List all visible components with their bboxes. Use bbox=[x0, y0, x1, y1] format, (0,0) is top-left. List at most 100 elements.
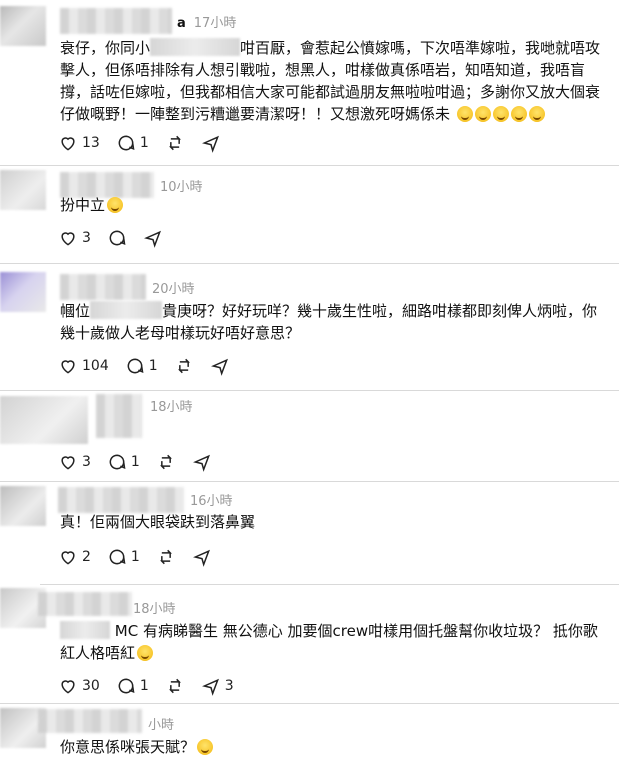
comment-icon bbox=[118, 678, 135, 694]
divider bbox=[0, 263, 619, 264]
comment-count: 1 bbox=[130, 454, 140, 470]
username-redacted[interactable] bbox=[58, 487, 184, 513]
comment-button[interactable] bbox=[107, 228, 127, 248]
timestamp: 18小時 bbox=[150, 400, 193, 415]
heart-icon bbox=[61, 551, 75, 565]
comment-button[interactable]: 1 bbox=[107, 452, 140, 472]
like-count: 13 bbox=[82, 135, 100, 151]
share-button[interactable] bbox=[192, 452, 212, 472]
like-count: 3 bbox=[82, 230, 91, 246]
like-button[interactable]: 13 bbox=[58, 133, 100, 153]
post-body: 真！佢兩個大眼袋趺到落鼻翼 bbox=[60, 511, 608, 533]
like-count: 104 bbox=[82, 358, 109, 374]
timestamp: 20小時 bbox=[152, 282, 195, 297]
like-button[interactable]: 3 bbox=[58, 452, 91, 472]
comment-count: 1 bbox=[148, 358, 158, 374]
comment-icon bbox=[109, 549, 126, 565]
reply-feed: a 17小時 衰仔，你同小 咁百厭，會惹起公憤嫁嗎，下次唔準嫁啦，我哋就唔攻擊人，但… bbox=[0, 0, 619, 767]
post-actions: 13 1 bbox=[58, 132, 237, 154]
grinning-emoji-icon bbox=[528, 106, 545, 122]
post-header: 小時 bbox=[148, 714, 174, 733]
repost-icon bbox=[168, 135, 181, 151]
post-body: 扮中立 bbox=[60, 194, 608, 216]
repost-button[interactable] bbox=[174, 356, 194, 376]
avatar[interactable] bbox=[0, 6, 46, 46]
comment-button[interactable]: 1 bbox=[116, 133, 149, 153]
repost-icon bbox=[177, 358, 190, 374]
comment-button[interactable]: 1 bbox=[116, 676, 149, 696]
post-actions: 30 1 3 bbox=[58, 675, 250, 697]
grinning-emoji-icon bbox=[107, 197, 124, 213]
avatar[interactable] bbox=[0, 170, 46, 210]
divider bbox=[0, 481, 619, 482]
timestamp: 18小時 bbox=[133, 602, 176, 617]
divider bbox=[0, 390, 619, 391]
redacted-name bbox=[150, 38, 241, 56]
heart-icon bbox=[61, 360, 75, 374]
grinning-emoji-icon bbox=[510, 106, 527, 122]
timestamp: 16小時 bbox=[190, 494, 233, 509]
like-count: 30 bbox=[82, 678, 100, 694]
timestamp: 小時 bbox=[148, 718, 175, 733]
comment-icon bbox=[109, 230, 126, 246]
post-text: 幗位 bbox=[60, 302, 91, 320]
heart-icon bbox=[61, 680, 75, 694]
post-header: 10小時 bbox=[160, 176, 203, 195]
grinning-emoji-icon bbox=[474, 106, 491, 122]
post-actions: 104 1 bbox=[58, 355, 246, 377]
repost-button[interactable] bbox=[156, 452, 176, 472]
username-redacted[interactable] bbox=[96, 394, 142, 438]
share-icon bbox=[192, 549, 210, 567]
share-button[interactable] bbox=[210, 356, 230, 376]
username-redacted[interactable] bbox=[60, 274, 146, 300]
post-header: a 17小時 bbox=[177, 12, 236, 31]
post-body: MC 有病睇醫生 無公德心 加要個crew咁樣用個托盤幫你收垃圾？ 抵你歌紅人格… bbox=[60, 620, 608, 664]
timestamp: 17小時 bbox=[193, 16, 237, 31]
share-button[interactable]: 3 bbox=[201, 676, 234, 696]
username-redacted[interactable] bbox=[38, 709, 142, 733]
like-button[interactable]: 3 bbox=[58, 228, 91, 248]
username-fragment: a bbox=[177, 16, 186, 31]
like-button[interactable]: 104 bbox=[58, 356, 109, 376]
share-button[interactable] bbox=[201, 133, 221, 153]
post-actions: 3 1 bbox=[58, 451, 228, 473]
comment-button[interactable]: 1 bbox=[107, 547, 140, 567]
avatar[interactable] bbox=[0, 396, 88, 444]
divider bbox=[0, 165, 619, 166]
comment-icon bbox=[127, 358, 144, 374]
divider bbox=[40, 584, 619, 585]
comment-icon bbox=[118, 135, 135, 151]
post-actions: 2 1 bbox=[58, 546, 228, 568]
grinning-emoji-icon bbox=[197, 739, 214, 755]
username-redacted[interactable] bbox=[38, 592, 132, 616]
grinning-emoji-icon bbox=[492, 106, 509, 122]
repost-icon bbox=[168, 678, 181, 694]
repost-button[interactable] bbox=[165, 133, 185, 153]
post-body: 幗位 貴庚呀？好好玩咩？幾十歲生性啦，細路咁樣都即刻俾人炳啦，你幾十歲做人老母咁樣… bbox=[60, 300, 608, 344]
post-header: 18小時 bbox=[133, 598, 176, 617]
post-header: 20小時 bbox=[152, 278, 195, 297]
share-button[interactable] bbox=[192, 547, 212, 567]
repost-button[interactable] bbox=[165, 676, 185, 696]
share-count: 3 bbox=[224, 678, 234, 694]
avatar[interactable] bbox=[0, 486, 46, 526]
like-count: 2 bbox=[82, 549, 91, 565]
comment-count: 1 bbox=[130, 549, 140, 565]
comment-button[interactable]: 1 bbox=[125, 356, 158, 376]
post-text: 衰仔，你同小 bbox=[60, 39, 151, 57]
repost-button[interactable] bbox=[156, 547, 176, 567]
like-button[interactable]: 30 bbox=[58, 676, 100, 696]
timestamp: 10小時 bbox=[160, 180, 203, 195]
avatar[interactable] bbox=[0, 272, 46, 312]
share-icon bbox=[210, 358, 228, 376]
redacted-name bbox=[60, 621, 110, 639]
heart-icon bbox=[61, 137, 75, 151]
heart-icon bbox=[61, 456, 75, 470]
comment-icon bbox=[109, 454, 126, 470]
username-redacted[interactable] bbox=[60, 8, 172, 34]
post-actions: 3 bbox=[58, 227, 179, 249]
redacted-name bbox=[90, 301, 163, 319]
like-button[interactable]: 2 bbox=[58, 547, 91, 567]
share-button[interactable] bbox=[143, 228, 163, 248]
post-text: 你意思係咪張天賦？ bbox=[60, 738, 196, 756]
